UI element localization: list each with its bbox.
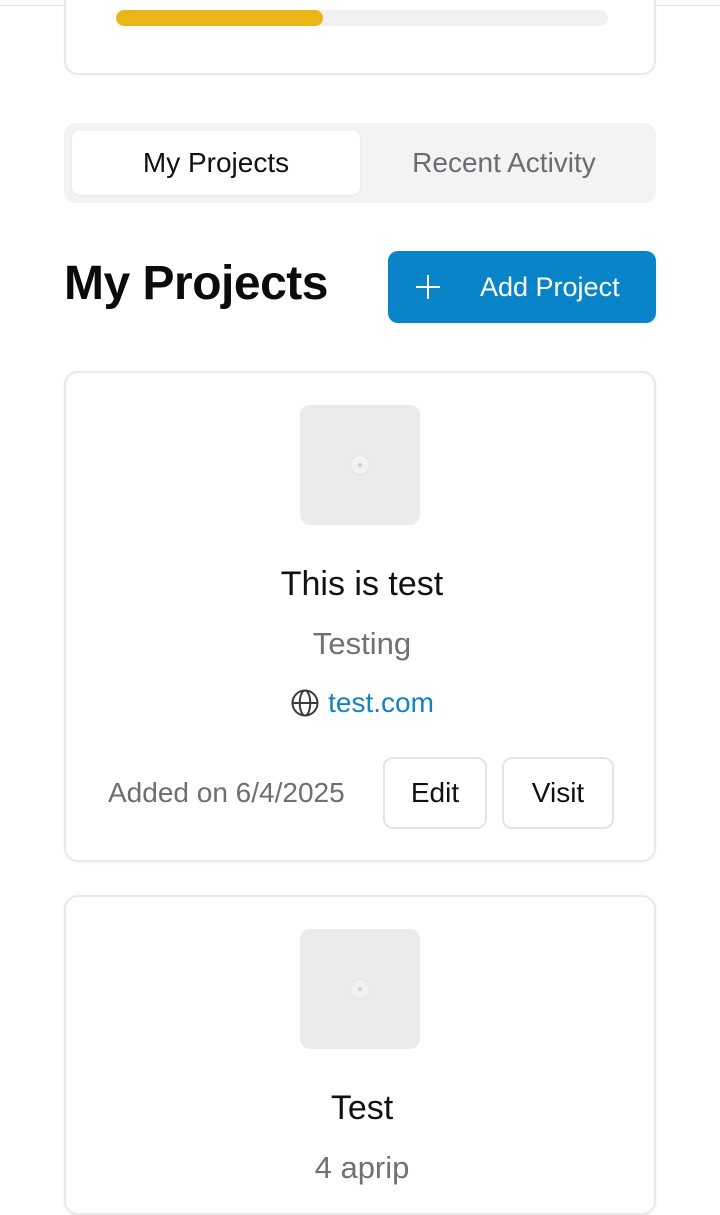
project-title: Test [330,1089,394,1127]
page-title: My Projects [64,257,328,310]
tab-recent-activity[interactable]: Recent Activity [360,131,648,195]
image-placeholder-icon [350,979,370,999]
project-description: 4 aprip [314,1150,410,1185]
progress-bar [116,10,608,26]
project-card: This is test Testing test.com Added on 6… [64,371,656,862]
project-thumbnail [300,405,420,525]
image-placeholder-icon [350,455,370,475]
edit-button[interactable]: Edit [383,757,487,829]
progress-card [64,0,656,75]
add-project-label: Add Project [480,271,620,302]
tab-my-projects[interactable]: My Projects [72,131,360,195]
project-title: This is test [280,565,444,603]
added-date: Added on 6/4/2025 [108,777,345,808]
progress-fill [116,10,323,26]
globe-icon [291,689,319,717]
tab-bar: My Projects Recent Activity [64,123,656,203]
project-card-footer: Added on 6/4/2025 Edit Visit [66,757,658,829]
add-project-button[interactable]: Add Project [388,251,656,323]
project-thumbnail [300,929,420,1049]
project-link-text[interactable]: test.com [328,687,434,719]
plus-icon [416,275,440,299]
project-description: Testing [312,626,412,661]
visit-button[interactable]: Visit [502,757,614,829]
project-link[interactable]: test.com [66,687,658,719]
project-card: Test 4 aprip [64,895,656,1215]
